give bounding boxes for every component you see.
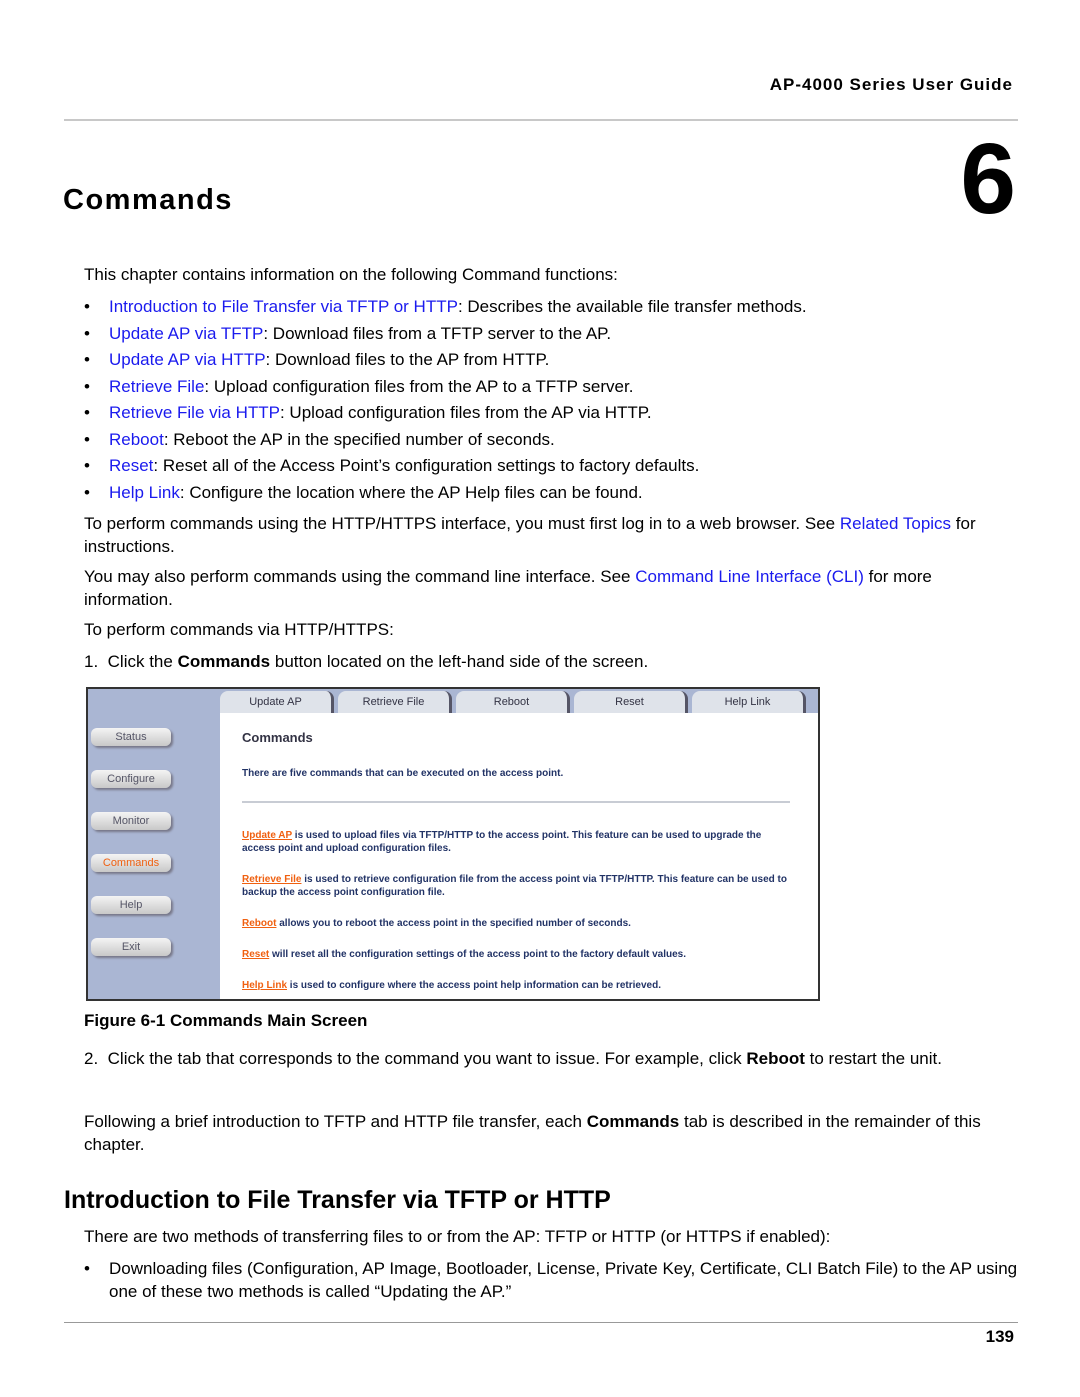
bullet-description: : Reboot the AP in the specified number … [163, 429, 555, 449]
bullet-dot: • [84, 323, 90, 343]
figure-divider [242, 801, 790, 803]
text: To perform commands using the HTTP/HTTPS… [84, 514, 840, 533]
figure-tab[interactable]: Help Link [692, 691, 806, 713]
bullet-link[interactable]: Introduction to File Transfer via TFTP o… [109, 297, 458, 316]
bold-text: Commands [586, 1112, 680, 1131]
text: button located on the left-hand side of … [270, 652, 649, 671]
bullet-text: Update AP via TFTP: Download files from … [109, 323, 611, 345]
chapter-title: Commands [63, 184, 233, 216]
figure-command-description: Reset will reset all the configuration s… [242, 948, 792, 961]
text: to restart the unit. [804, 1049, 942, 1068]
bullet-dot: • [84, 456, 90, 475]
figure-command-link[interactable]: Retrieve File [242, 874, 301, 885]
bullet-link[interactable]: Update AP via TFTP [109, 324, 263, 343]
figure-command-link[interactable]: Reboot [242, 918, 276, 929]
figure-command-link[interactable]: Reset [242, 949, 269, 960]
figure-sidebar-button[interactable]: Commands [91, 854, 171, 872]
text: is used to retrieve configuration file f… [242, 874, 787, 898]
figure-command-description: Update AP is used to upload files via TF… [242, 829, 792, 855]
text: Click the [107, 652, 178, 671]
footer-divider [64, 1322, 1018, 1323]
bullet-link[interactable]: Reboot [109, 430, 164, 449]
text: is used to upload files via TFTP/HTTP to… [242, 830, 762, 854]
bullet-text: Downloading files (Configuration, AP Ima… [109, 1259, 1018, 1301]
figure-tab[interactable]: Update AP [220, 691, 334, 713]
bullet-text: Reboot: Reboot the AP in the specified n… [109, 429, 555, 451]
commands-screenshot-figure: Status Configure Monitor Commands Help Exit U… [86, 687, 820, 1001]
figure-tab[interactable]: Retrieve File [338, 691, 452, 713]
para-methods: There are two methods of transferring fi… [84, 1227, 831, 1246]
bullet-text: Update AP via HTTP: Download files to th… [109, 349, 549, 371]
bold-text: Commands [177, 652, 271, 671]
bullet-description: : Configure the location where the AP He… [179, 482, 643, 502]
figure-command-description: Retrieve File is used to retrieve config… [242, 873, 792, 899]
cli-link[interactable]: Command Line Interface (CLI) [635, 567, 864, 586]
figure-heading: Commands [242, 730, 313, 745]
step-2: 2. Click the tab that corresponds to the… [84, 1048, 1018, 1071]
bullet-link[interactable]: Help Link [109, 483, 180, 502]
step-number: 2. [84, 1049, 99, 1068]
text: is used to configure where the access po… [287, 980, 661, 991]
bullet-description: : Describes the available file transfer … [457, 297, 807, 316]
guide-title: AP-4000 Series User Guide [769, 75, 1013, 94]
bullet-text: Retrieve File: Upload configuration file… [109, 376, 633, 398]
para-related-topics: To perform commands using the HTTP/HTTPS… [84, 513, 1018, 558]
figure-sidebar-button[interactable]: Monitor [91, 812, 171, 830]
step-1: 1. Click the Commands button located on … [84, 651, 1018, 674]
text: will reset all the configuration setting… [269, 949, 686, 960]
bullet-text: Help Link: Configure the location where … [109, 482, 643, 504]
text: allows you to reboot the access point in… [276, 918, 631, 929]
text: Following a brief introduction to TFTP a… [84, 1112, 587, 1131]
step-number: 1. [84, 652, 99, 671]
figure-tab[interactable]: Reset [574, 691, 688, 713]
para-cli: You may also perform commands using the … [84, 566, 1018, 611]
bullet-description: : Download files to the AP from HTTP. [265, 350, 550, 369]
related-topics-link[interactable]: Related Topics [840, 514, 951, 533]
figure-tab[interactable]: Reboot [456, 691, 570, 713]
bullet-description: : Reset all of the Access Point’s config… [153, 456, 700, 475]
bullet-dot: • [84, 350, 90, 369]
bullet-dot: • [84, 482, 90, 502]
bullet-dot: • [84, 376, 90, 396]
section-title: Introduction to File Transfer via TFTP o… [64, 1186, 611, 1214]
bullet-dot: • [84, 1259, 90, 1278]
figure-command-link[interactable]: Help Link [242, 980, 287, 991]
figure-sidebar-button[interactable]: Help [91, 896, 171, 914]
figure-command-description: Help Link is used to configure where the… [242, 979, 792, 992]
chapter-number: 6 [960, 123, 1016, 235]
bullet-text: Reset: Reset all of the Access Point’s c… [109, 455, 699, 477]
bold-text: Reboot [746, 1049, 805, 1068]
bullet-description: : Upload configuration files from the AP… [279, 403, 652, 422]
figure-sidebar-button[interactable]: Exit [91, 938, 171, 956]
figure-tab-bar: Update AP Retrieve File Reboot Reset Help Li… [220, 689, 818, 713]
bullet-dot: • [84, 403, 90, 422]
bullet-description: : Upload configuration files from the AP… [204, 376, 634, 396]
para-http: To perform commands via HTTP/HTTPS: [84, 620, 394, 639]
bullet-downloading: • Downloading files (Configuration, AP Im… [84, 1258, 1018, 1303]
bullet-text: Introduction to File Transfer via TFTP o… [109, 296, 807, 318]
text: You may also perform commands using the … [84, 567, 636, 586]
bullet-description: : Download files from a TFTP server to t… [263, 323, 612, 343]
header-divider [64, 119, 1018, 121]
bullet-text: Retrieve File via HTTP: Upload configura… [109, 402, 652, 424]
bullet-link[interactable]: Retrieve File via HTTP [109, 403, 280, 422]
bullet-link[interactable]: Reset [109, 456, 153, 475]
figure-lead: There are five commands that can be exec… [242, 768, 564, 779]
para-following: Following a brief introduction to TFTP a… [84, 1111, 1018, 1156]
figure-sidebar-button[interactable]: Configure [91, 770, 171, 788]
figure-caption: Figure 6-1 Commands Main Screen [84, 1011, 368, 1030]
text: Click the tab that corresponds to the co… [107, 1049, 747, 1068]
bullet-link[interactable]: Update AP via HTTP [109, 350, 266, 369]
intro-text: This chapter contains information on the… [84, 265, 618, 284]
figure-command-link[interactable]: Update AP [242, 830, 292, 841]
page-number: 139 [985, 1327, 1014, 1346]
figure-command-description: Reboot allows you to reboot the access p… [242, 917, 792, 930]
bullet-link[interactable]: Retrieve File [109, 377, 204, 396]
bullet-dot: • [84, 297, 90, 316]
figure-sidebar: Status Configure Monitor Commands Help Exit [88, 689, 220, 999]
bullet-dot: • [84, 429, 90, 449]
figure-sidebar-button[interactable]: Status [91, 728, 171, 746]
